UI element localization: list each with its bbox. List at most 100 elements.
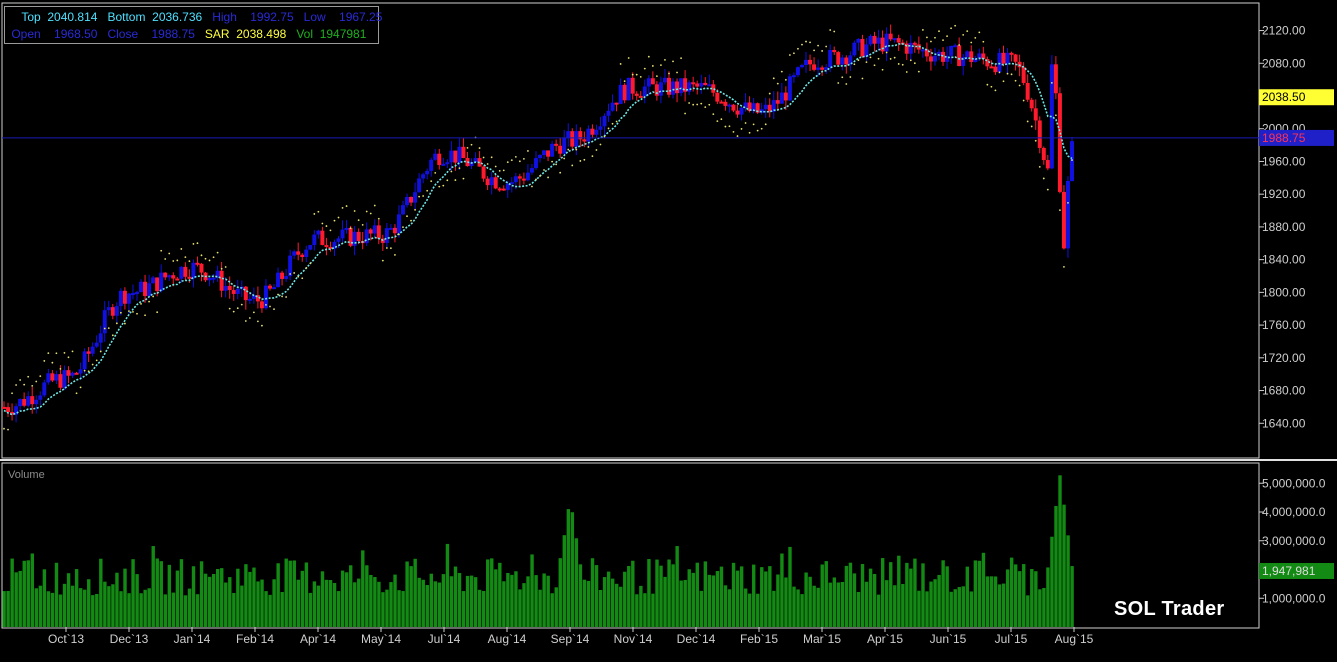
volume-bar: [961, 586, 965, 627]
sar-dot: [909, 59, 912, 62]
candle-body: [658, 82, 663, 96]
volume-bar: [506, 572, 510, 627]
sar-dot: [736, 135, 739, 137]
volume-bar: [566, 509, 571, 627]
candle-body: [384, 228, 389, 243]
volume-bar: [526, 576, 530, 627]
sar-dot: [776, 82, 779, 85]
volume-bar: [703, 561, 708, 627]
sar-dot: [1018, 84, 1021, 87]
sar-dot: [450, 170, 453, 173]
sar-dot: [837, 82, 840, 84]
sar-dot: [1006, 72, 1009, 75]
volume-bar: [880, 558, 885, 627]
sar-dot: [19, 379, 22, 381]
volume-bar: [369, 574, 373, 627]
volume-bar: [941, 560, 945, 627]
candle-body: [481, 166, 486, 179]
candle-body: [42, 382, 47, 396]
volume-bar: [796, 589, 800, 627]
sar-dot: [946, 35, 948, 38]
sar-dot: [1030, 125, 1033, 128]
volume-bar: [558, 558, 562, 627]
volume-bar: [909, 568, 913, 627]
candle-body: [18, 399, 23, 407]
sar-dot: [877, 57, 880, 60]
candle-body: [219, 270, 224, 291]
candle-body: [574, 131, 579, 147]
close-value: 1988.75: [151, 27, 195, 41]
volume-bar: [78, 588, 83, 627]
sar-dot: [248, 317, 251, 319]
candle-body: [457, 146, 462, 163]
sar-dot: [337, 216, 340, 219]
sar-dot: [188, 260, 191, 263]
data-window: Top 2040.814 Bottom 2036.736 High 1992.7…: [4, 6, 382, 44]
sar-dot: [15, 384, 17, 386]
sar-dot: [196, 242, 199, 245]
candle-body: [739, 107, 744, 115]
bottom-label: Bottom: [107, 10, 146, 24]
sar-dot: [893, 56, 896, 59]
candle-body: [50, 373, 55, 381]
candle-body: [554, 143, 559, 146]
sar-dot: [555, 163, 558, 166]
candle-body: [795, 67, 800, 76]
candle-body: [352, 231, 357, 246]
sar-dot: [615, 120, 618, 123]
candle-body: [324, 245, 329, 248]
sar-dot: [527, 150, 529, 152]
volume-bar: [542, 573, 546, 627]
sar-dot: [47, 352, 50, 355]
volume-bar: [34, 588, 39, 627]
volume-bar: [635, 594, 639, 627]
volume-bar: [981, 552, 986, 627]
sar-dot: [752, 123, 755, 126]
sar-dot: [132, 311, 134, 313]
volume-bar: [296, 579, 301, 627]
volume-bar: [655, 559, 659, 627]
volume-bar: [1034, 571, 1038, 627]
sar-dot: [579, 160, 582, 162]
volume-bar: [768, 566, 772, 627]
candle-body: [993, 66, 998, 73]
x-tick-label: Apr`14: [300, 632, 336, 646]
sar-dot: [462, 177, 465, 180]
volume-label: Volume: [8, 469, 45, 481]
sar-dot: [345, 205, 348, 207]
candle-body: [662, 77, 667, 83]
candle-body: [566, 131, 571, 138]
volume-bar: [203, 573, 208, 627]
volume-bar: [320, 571, 325, 627]
sar-dot: [934, 36, 936, 39]
volume-bar: [840, 581, 845, 627]
candle-body: [521, 178, 526, 181]
candle-body: [247, 298, 252, 301]
sar-dot: [1022, 99, 1025, 102]
sar-dot: [466, 146, 469, 149]
candle-body: [538, 155, 543, 159]
sar-dot: [611, 122, 614, 125]
open-value: 1968.50: [54, 27, 98, 41]
sar-dot: [321, 222, 324, 225]
x-tick-label: Oct`13: [48, 632, 84, 646]
volume-bar: [691, 572, 695, 627]
volume-bar: [175, 570, 180, 627]
candle-body: [155, 277, 160, 292]
sar-dot: [768, 92, 771, 95]
sar-dot: [869, 56, 872, 59]
sar-dot: [176, 259, 179, 262]
volume-bar: [377, 581, 381, 627]
volume-bar: [62, 583, 67, 627]
volume-bar: [494, 569, 498, 627]
candle-body: [884, 33, 889, 52]
sar-dot: [111, 334, 114, 337]
volume-tag-text: 1,947,981: [1262, 564, 1316, 578]
x-tick-label: Feb`15: [740, 632, 778, 646]
chart-canvas[interactable]: 1640.00 1680.00 1720.00 1760.00 1800.00 1840.…: [0, 0, 1337, 662]
candle-body: [820, 67, 825, 70]
candle-body: [880, 37, 885, 52]
candle-body: [58, 374, 63, 388]
candle-body: [614, 102, 619, 105]
candle-body: [489, 177, 494, 186]
